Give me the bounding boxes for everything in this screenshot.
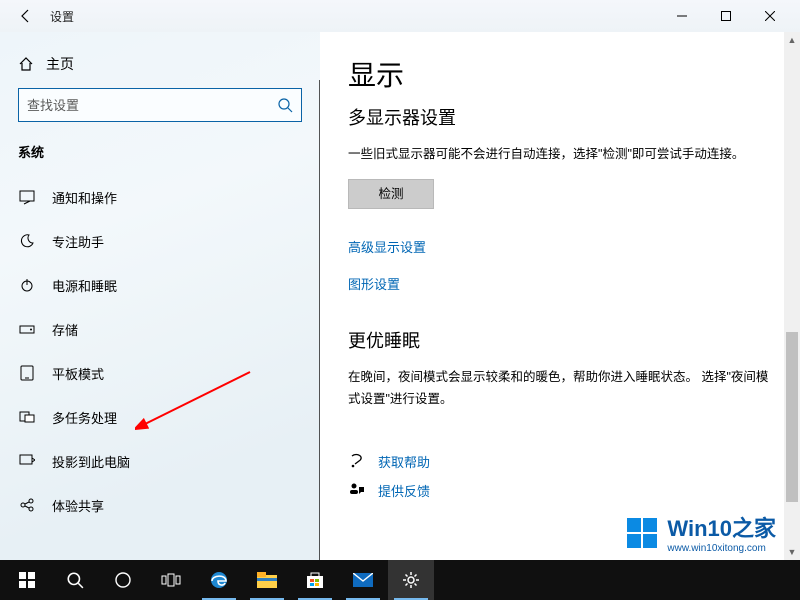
sidebar-item-label: 专注助手 [52, 232, 104, 251]
notification-icon [18, 188, 36, 206]
windows-logo-icon [627, 518, 657, 548]
scroll-thumb[interactable] [786, 332, 798, 502]
taskbar-search[interactable] [52, 560, 98, 600]
sidebar-home[interactable]: 主页 [0, 48, 320, 88]
scroll-up[interactable]: ▲ [784, 32, 800, 48]
sidebar-item-label: 体验共享 [52, 496, 104, 515]
feedback-link[interactable]: 提供反馈 [348, 481, 772, 500]
taskbar-edge[interactable] [196, 560, 242, 600]
scrollbar[interactable]: ▲ ▼ [784, 32, 800, 560]
storage-icon [18, 320, 36, 338]
content-pane: 显示 多显示器设置 一些旧式显示器可能不会进行自动连接，选择"检测"即可尝试手动… [320, 32, 800, 560]
titlebar: 设置 [0, 0, 800, 32]
watermark: Win10之家 www.win10xitong.com [627, 511, 776, 554]
sidebar-item-label: 电源和睡眠 [52, 276, 117, 295]
sleep-desc: 在晚间，夜间模式会显示较柔和的暖色，帮助你进入睡眠状态。 选择"夜间模式设置"进… [348, 367, 772, 410]
maximize-button[interactable] [704, 2, 748, 30]
sidebar-item-label: 平板模式 [52, 364, 104, 383]
power-icon [18, 276, 36, 294]
scroll-down[interactable]: ▼ [784, 544, 800, 560]
watermark-url: www.win10xitong.com [667, 543, 776, 554]
section-sleep: 更优睡眠 [348, 327, 772, 353]
sidebar-item-multitask[interactable]: 多任务处理 [0, 395, 320, 439]
sidebar-item-notifications[interactable]: 通知和操作 [0, 175, 320, 219]
feedback-icon [348, 481, 366, 499]
multitask-icon [18, 408, 36, 426]
sidebar-item-power[interactable]: 电源和睡眠 [0, 263, 320, 307]
sidebar-item-focus[interactable]: 专注助手 [0, 219, 320, 263]
start-button[interactable] [4, 560, 50, 600]
tablet-icon [18, 364, 36, 382]
multimonitor-desc: 一些旧式显示器可能不会进行自动连接，选择"检测"即可尝试手动连接。 [348, 144, 772, 165]
sidebar: 主页 系统 通知和操作 专注助手 电源和睡眠 存储 [0, 32, 320, 560]
sidebar-section-head: 系统 [0, 142, 320, 175]
sidebar-item-label: 投影到此电脑 [52, 452, 130, 471]
link-advanced-display[interactable]: 高级显示设置 [348, 237, 772, 256]
page-title: 显示 [348, 54, 772, 94]
close-button[interactable] [748, 2, 792, 30]
help-icon [348, 452, 366, 470]
project-icon [18, 452, 36, 470]
search-icon [277, 97, 293, 113]
sidebar-item-label: 存储 [52, 320, 78, 339]
taskbar-settings[interactable] [388, 560, 434, 600]
taskbar-explorer[interactable] [244, 560, 290, 600]
link-graphics[interactable]: 图形设置 [348, 274, 772, 293]
sidebar-item-storage[interactable]: 存储 [0, 307, 320, 351]
taskbar [0, 560, 800, 600]
moon-icon [18, 232, 36, 250]
taskbar-taskview[interactable] [148, 560, 194, 600]
share-icon [18, 496, 36, 514]
detect-button[interactable]: 检测 [348, 179, 434, 209]
back-button[interactable] [8, 2, 44, 30]
taskbar-mail[interactable] [340, 560, 386, 600]
watermark-brand: Win10之家 [667, 516, 776, 541]
feedback-label: 提供反馈 [378, 481, 430, 500]
home-icon [18, 56, 34, 72]
help-link[interactable]: 获取帮助 [348, 452, 772, 471]
sidebar-home-label: 主页 [46, 54, 74, 74]
sidebar-item-project[interactable]: 投影到此电脑 [0, 439, 320, 483]
section-multimonitor: 多显示器设置 [348, 104, 772, 130]
search-box[interactable] [18, 88, 302, 122]
sidebar-item-label: 通知和操作 [52, 188, 117, 207]
sidebar-item-share[interactable]: 体验共享 [0, 483, 320, 527]
sidebar-item-label: 多任务处理 [52, 408, 117, 427]
sidebar-item-tablet[interactable]: 平板模式 [0, 351, 320, 395]
window-title: 设置 [44, 8, 74, 25]
taskbar-store[interactable] [292, 560, 338, 600]
taskbar-cortana[interactable] [100, 560, 146, 600]
help-label: 获取帮助 [378, 452, 430, 471]
search-input[interactable] [27, 98, 277, 113]
minimize-button[interactable] [660, 2, 704, 30]
